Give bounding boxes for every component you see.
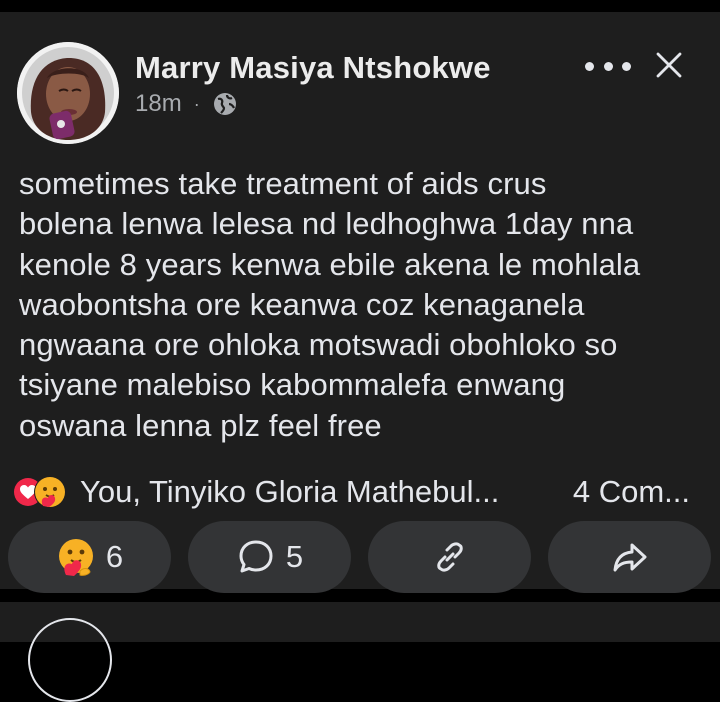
care-icon [56, 537, 96, 577]
reaction-summary[interactable]: You, Tinyiko Gloria Mathebul... 4 Com... [14, 472, 704, 512]
next-post-card [0, 602, 720, 702]
action-bar: 6 5 [8, 521, 712, 593]
comment-button[interactable]: 5 [188, 521, 351, 593]
reaction-count: 6 [105, 539, 124, 574]
author-name[interactable]: Marry Masiya Ntshokwe [135, 50, 491, 86]
close-icon[interactable] [652, 48, 686, 82]
comment-count-link[interactable]: 4 Com... [573, 474, 690, 510]
share-icon [610, 537, 650, 577]
meta-separator: · [193, 93, 200, 114]
post-time[interactable]: 18m [135, 90, 182, 118]
care-icon [34, 476, 66, 508]
comment-count: 5 [285, 539, 304, 574]
author-avatar[interactable] [17, 42, 119, 144]
comment-icon [236, 537, 276, 577]
react-button[interactable]: 6 [8, 521, 171, 593]
post-card: Marry Masiya Ntshokwe 18m · sometimes ta… [0, 12, 720, 593]
more-icon[interactable] [585, 52, 631, 80]
globe-icon [212, 91, 238, 117]
post-meta: 18m · [135, 90, 238, 118]
copy-link-button[interactable] [368, 521, 531, 593]
link-icon [430, 537, 470, 577]
post-body: sometimes take treatment of aids crus bo… [19, 166, 641, 443]
reaction-names[interactable]: You, Tinyiko Gloria Mathebul... [80, 474, 499, 510]
share-button[interactable] [548, 521, 711, 593]
reaction-icons [14, 474, 80, 510]
next-post-avatar[interactable] [28, 618, 112, 702]
